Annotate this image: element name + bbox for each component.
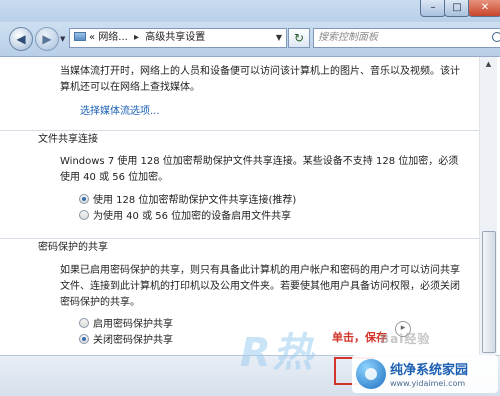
search-container: 搜索控制面板 — [313, 28, 500, 48]
site-badge: 纯净系统家园 www.yidaimei.com — [352, 355, 498, 393]
back-button[interactable]: ◀ — [9, 27, 33, 51]
radio-40-56bit-encryption[interactable]: 为使用 40 或 56 位加密的设备启用文件共享 — [79, 210, 291, 224]
media-description: 当媒体流打开时，网络上的人员和设备便可以访问该计算机上的图片、音乐以及视频。该计… — [60, 64, 470, 96]
media-description-line-2: 算机还可以在网络上查找媒体。 — [60, 82, 200, 93]
search-icon[interactable] — [492, 32, 500, 42]
forward-button[interactable]: ▶ — [35, 27, 59, 51]
close-button[interactable]: ✕ — [468, 0, 500, 17]
site-name: 纯净系统家园 — [390, 363, 469, 378]
radio-enable-password-label: 启用密码保护共享 — [93, 319, 173, 330]
radio-unselected-icon[interactable] — [79, 210, 89, 220]
password-description-line-3: 密码保护的共享。 — [60, 297, 140, 308]
address-overflow[interactable]: « — [89, 32, 95, 43]
watermark-logo: R热 — [240, 330, 315, 376]
address-dropdown-icon[interactable]: ▼ — [276, 29, 282, 47]
radio-128bit-encryption[interactable]: 使用 128 位加密帮助保护文件共享连接(推荐) — [79, 194, 296, 208]
radio-unselected-icon[interactable] — [79, 318, 89, 328]
password-sharing-heading: 密码保护的共享 — [0, 238, 479, 255]
radio-enable-password-sharing[interactable]: 启用密码保护共享 — [79, 318, 173, 332]
radio-disable-password-label: 关闭密码保护共享 — [93, 335, 173, 346]
file-sharing-description: Windows 7 使用 128 位加密帮助保护文件共享连接。某些设备不支持 1… — [60, 154, 470, 186]
minimize-button[interactable]: – — [420, 0, 446, 17]
radio-disable-password-sharing[interactable]: 关闭密码保护共享 — [79, 334, 173, 348]
radio-128bit-label: 使用 128 位加密帮助保护文件共享连接(推荐) — [93, 195, 297, 206]
refresh-button[interactable]: ↻ — [288, 28, 310, 48]
search-input[interactable]: 搜索控制面板 — [313, 28, 500, 48]
file-sharing-description-line-2: 使用 40 或 56 位加密。 — [60, 172, 169, 183]
file-sharing-heading: 文件共享连接 — [0, 130, 479, 147]
history-dropdown-icon[interactable]: ▼ — [60, 35, 65, 43]
control-panel-folder-icon — [74, 32, 86, 41]
media-streaming-options-link[interactable]: 选择媒体流选项... — [80, 102, 160, 117]
media-description-line-1: 当媒体流打开时，网络上的人员和设备便可以访问该计算机上的图片、音乐以及视频。该计 — [60, 66, 460, 77]
file-sharing-description-line-1: Windows 7 使用 128 位加密帮助保护文件共享连接。某些设备不支持 1… — [60, 156, 459, 167]
breadcrumb-network[interactable]: 网络... — [98, 32, 128, 43]
breadcrumb-advanced-sharing[interactable]: 高级共享设置 — [145, 32, 205, 43]
radio-40-56bit-label: 为使用 40 或 56 位加密的设备启用文件共享 — [93, 211, 292, 222]
title-bar: – □ ✕ — [0, 0, 500, 22]
scroll-up-arrow-icon[interactable]: ▲ — [481, 57, 496, 72]
password-sharing-description: 如果已启用密码保护的共享，则只有具备此计算机的用户帐户和密码的用户才可以访问共享… — [60, 263, 475, 311]
scrollbar-thumb[interactable] — [482, 231, 496, 353]
maximize-button[interactable]: □ — [444, 0, 470, 17]
site-url: www.yidaimei.com — [390, 379, 466, 388]
password-description-line-1: 如果已启用密码保护的共享，则只有具备此计算机的用户帐户和密码的用户才可以访问共享 — [60, 265, 460, 276]
breadcrumb-separator-icon[interactable]: ▸ — [134, 32, 139, 43]
baidu-jingyan-watermark: Bai经验 — [380, 332, 431, 346]
password-description-line-2: 文件、连接到此计算机的打印机以及公用文件夹。若要使其他用户具备访问权限，必须关闭 — [60, 281, 460, 292]
site-logo-icon — [356, 359, 386, 389]
address-bar[interactable]: « 网络... ▸ 高级共享设置 ▼ — [69, 28, 287, 48]
radio-selected-icon[interactable] — [79, 334, 89, 344]
annotation-click-save: 单击，保存 — [332, 331, 387, 344]
radio-selected-icon[interactable] — [79, 194, 89, 204]
navigation-bar: ◀ ▶ ▼ « 网络... ▸ 高级共享设置 ▼ ↻ 搜索控制面板 — [0, 22, 500, 57]
vertical-scrollbar[interactable]: ▲ ▼ — [479, 57, 497, 387]
